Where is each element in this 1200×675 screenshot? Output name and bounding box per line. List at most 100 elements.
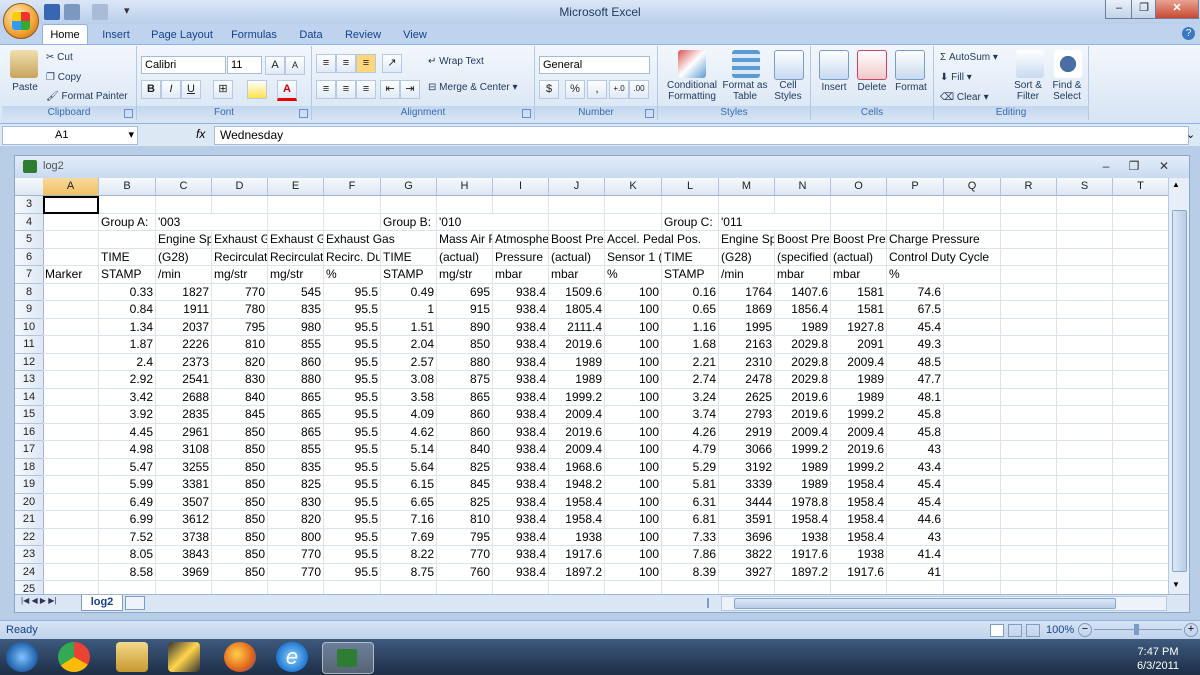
cell[interactable]: 2688 bbox=[156, 388, 212, 406]
cell[interactable]: 2541 bbox=[156, 371, 212, 389]
cell[interactable] bbox=[944, 388, 1001, 406]
cell[interactable] bbox=[493, 581, 549, 594]
cell[interactable] bbox=[662, 581, 719, 594]
cell[interactable]: 1509.6 bbox=[549, 283, 605, 301]
format-cells-button[interactable]: Format bbox=[891, 82, 931, 93]
cell[interactable]: 2.21 bbox=[662, 353, 719, 371]
cell[interactable] bbox=[1001, 196, 1057, 214]
cell[interactable]: 6.49 bbox=[99, 493, 156, 511]
cell[interactable]: 48.1 bbox=[887, 388, 944, 406]
cell[interactable]: 840 bbox=[212, 388, 268, 406]
cell[interactable]: 860 bbox=[437, 423, 493, 441]
cell[interactable]: Group C: bbox=[662, 213, 719, 231]
cell[interactable]: 3738 bbox=[156, 528, 212, 546]
cell[interactable]: 95.5 bbox=[324, 511, 381, 529]
cell[interactable]: 2019.6 bbox=[549, 423, 605, 441]
align-center-icon[interactable]: ≡ bbox=[336, 80, 356, 99]
cell[interactable]: 41.4 bbox=[887, 546, 944, 564]
merge-center-button[interactable]: ⊟ Merge & Center ▾ bbox=[428, 82, 518, 93]
cell[interactable]: 3507 bbox=[156, 493, 212, 511]
percent-button[interactable]: % bbox=[565, 80, 585, 99]
cell[interactable]: 865 bbox=[268, 388, 324, 406]
cell[interactable]: 860 bbox=[268, 353, 324, 371]
workbook-restore-button[interactable]: ❐ bbox=[1125, 158, 1143, 174]
cell[interactable]: 3339 bbox=[719, 476, 775, 494]
cell[interactable]: 835 bbox=[268, 458, 324, 476]
cell[interactable]: 5.99 bbox=[99, 476, 156, 494]
cell[interactable]: 6.99 bbox=[99, 511, 156, 529]
cell[interactable]: 3.74 bbox=[662, 406, 719, 424]
cell[interactable] bbox=[493, 196, 549, 214]
cell[interactable]: 845 bbox=[437, 476, 493, 494]
cell[interactable]: 820 bbox=[212, 353, 268, 371]
cell[interactable]: 100 bbox=[605, 546, 662, 564]
cell[interactable]: 1.68 bbox=[662, 336, 719, 354]
cell[interactable]: 1958.4 bbox=[831, 528, 887, 546]
cell[interactable] bbox=[1113, 249, 1168, 266]
wrap-text-button[interactable]: ↵ Wrap Text bbox=[428, 56, 484, 67]
cell[interactable] bbox=[662, 196, 719, 214]
cell[interactable]: 938.4 bbox=[493, 511, 549, 529]
cell[interactable] bbox=[1113, 354, 1168, 371]
cell[interactable]: 860 bbox=[437, 406, 493, 424]
cell[interactable]: Boost Pre bbox=[775, 231, 831, 249]
cell[interactable]: 2226 bbox=[156, 336, 212, 354]
cell[interactable]: 3.24 bbox=[662, 388, 719, 406]
cell[interactable]: 100 bbox=[605, 458, 662, 476]
cell[interactable]: 938.4 bbox=[493, 318, 549, 336]
cell[interactable] bbox=[1113, 266, 1168, 284]
cell[interactable]: 875 bbox=[437, 371, 493, 389]
cell[interactable]: 1989 bbox=[549, 353, 605, 371]
row-header[interactable]: 7 bbox=[15, 266, 44, 284]
cell[interactable] bbox=[43, 476, 99, 494]
cell[interactable]: 95.5 bbox=[324, 336, 381, 354]
cell[interactable] bbox=[944, 318, 1001, 336]
cell[interactable]: 1938 bbox=[549, 528, 605, 546]
row-header[interactable]: 15 bbox=[15, 406, 44, 424]
row-header[interactable]: 18 bbox=[15, 458, 44, 476]
cell[interactable]: 1.34 bbox=[99, 318, 156, 336]
cell[interactable]: 1999.2 bbox=[775, 441, 831, 459]
cell[interactable] bbox=[1113, 371, 1168, 389]
cell[interactable]: 938.4 bbox=[493, 388, 549, 406]
cell[interactable]: 938.4 bbox=[493, 353, 549, 371]
column-header[interactable]: Q bbox=[944, 178, 1001, 196]
orientation-icon[interactable]: ↗ bbox=[382, 54, 402, 73]
number-launcher[interactable] bbox=[645, 109, 654, 118]
column-header[interactable]: C bbox=[156, 178, 212, 196]
cell[interactable]: 890 bbox=[437, 318, 493, 336]
column-header[interactable]: G bbox=[381, 178, 437, 196]
cell[interactable]: 0.49 bbox=[381, 283, 437, 301]
cell[interactable]: 3969 bbox=[156, 563, 212, 581]
cell[interactable] bbox=[1113, 546, 1168, 564]
cell[interactable]: 938.4 bbox=[493, 528, 549, 546]
cell[interactable] bbox=[1001, 336, 1057, 354]
cell[interactable]: 100 bbox=[605, 388, 662, 406]
cell[interactable] bbox=[1113, 214, 1168, 231]
cell[interactable] bbox=[944, 301, 1001, 319]
cell[interactable]: 850 bbox=[212, 441, 268, 459]
cell[interactable]: 1927.8 bbox=[831, 318, 887, 336]
zoom-slider-thumb[interactable] bbox=[1134, 624, 1139, 635]
cell[interactable] bbox=[1057, 283, 1113, 301]
row-header[interactable]: 8 bbox=[15, 283, 44, 301]
align-right-icon[interactable]: ≡ bbox=[356, 80, 376, 99]
cell[interactable]: Exhaust G bbox=[268, 231, 324, 249]
excel-taskbar-icon[interactable] bbox=[322, 642, 374, 674]
cell[interactable]: 100 bbox=[605, 441, 662, 459]
cell[interactable]: 95.5 bbox=[324, 353, 381, 371]
cell[interactable]: 2019.6 bbox=[775, 406, 831, 424]
cell[interactable]: 830 bbox=[212, 371, 268, 389]
cell[interactable]: 3192 bbox=[719, 458, 775, 476]
cell[interactable]: 915 bbox=[437, 301, 493, 319]
cell[interactable]: Marker bbox=[43, 266, 99, 284]
cell[interactable]: 825 bbox=[437, 493, 493, 511]
cell[interactable] bbox=[324, 196, 381, 214]
cell[interactable] bbox=[43, 196, 99, 214]
cell[interactable] bbox=[212, 196, 268, 214]
cell[interactable]: 865 bbox=[268, 406, 324, 424]
cell[interactable] bbox=[1113, 581, 1168, 594]
column-header[interactable]: N bbox=[775, 178, 831, 196]
cell[interactable]: 5.47 bbox=[99, 458, 156, 476]
font-color-button[interactable]: A bbox=[277, 80, 297, 101]
